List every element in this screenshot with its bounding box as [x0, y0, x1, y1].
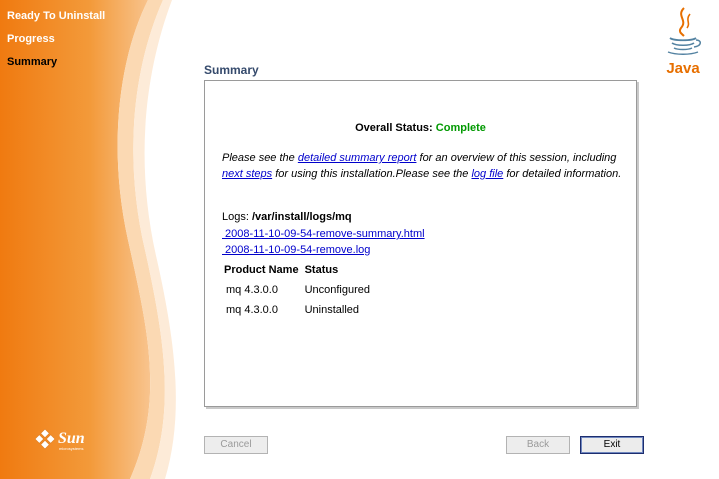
overall-status: Overall Status: Complete: [205, 122, 636, 134]
next-steps-link[interactable]: next steps: [222, 168, 272, 180]
svg-text:Java: Java: [666, 60, 700, 77]
product-status-table: Product Name Status mq 4.3.0.0 Unconfigu…: [224, 264, 376, 324]
table-header-row: Product Name Status: [224, 264, 376, 284]
column-header-product-name: Product Name: [224, 264, 299, 276]
product-name-cell: mq 4.3.0.0: [226, 304, 278, 316]
description-text-2: for an overview of this session, includi…: [416, 152, 617, 164]
overall-status-value: Complete: [435, 122, 486, 134]
logs-location: Logs: /var/install/logs/mq: [222, 211, 352, 223]
java-logo: Java: [660, 6, 706, 83]
description-text-3: for using this installation.Please see t…: [272, 168, 472, 180]
summary-panel: Overall Status: Complete Please see the …: [204, 80, 637, 407]
summary-description: Please see the detailed summary report f…: [222, 150, 622, 182]
description-text-4: for detailed information.: [503, 168, 622, 180]
back-button[interactable]: Back: [506, 436, 570, 454]
remove-log-link[interactable]: 2008-11-10-09-54-remove.log: [222, 244, 370, 256]
overall-status-label: Overall Status:: [355, 122, 433, 134]
step-summary: Summary: [7, 56, 58, 68]
product-name-cell: mq 4.3.0.0: [226, 284, 278, 296]
step-progress: Progress: [7, 33, 55, 45]
status-cell: Uninstalled: [304, 304, 359, 316]
log-file-link[interactable]: log file: [471, 168, 503, 180]
svg-text:microsystems: microsystems: [59, 446, 83, 451]
status-cell: Unconfigured: [304, 284, 371, 296]
logs-path: /var/install/logs/mq: [251, 211, 352, 223]
step-ready-to-uninstall: Ready To Uninstall: [7, 10, 106, 22]
svg-text:Sun: Sun: [58, 430, 85, 447]
page-title: Summary: [204, 63, 259, 77]
cancel-button[interactable]: Cancel: [204, 436, 268, 454]
summary-log-link[interactable]: 2008-11-10-09-54-remove-summary.html: [222, 228, 425, 240]
exit-button[interactable]: Exit: [580, 436, 644, 454]
step-list: Ready To Uninstall Progress Summary: [7, 10, 105, 79]
description-text-1: Please see the: [222, 152, 298, 164]
column-header-status: Status: [304, 264, 339, 276]
detailed-summary-report-link[interactable]: detailed summary report: [298, 152, 417, 164]
logs-label: Logs:: [222, 211, 249, 223]
table-row: mq 4.3.0.0 Unconfigured: [224, 284, 376, 304]
side-panel: Ready To Uninstall Progress Summary Sun …: [0, 0, 190, 479]
table-row: mq 4.3.0.0 Uninstalled: [224, 304, 376, 324]
